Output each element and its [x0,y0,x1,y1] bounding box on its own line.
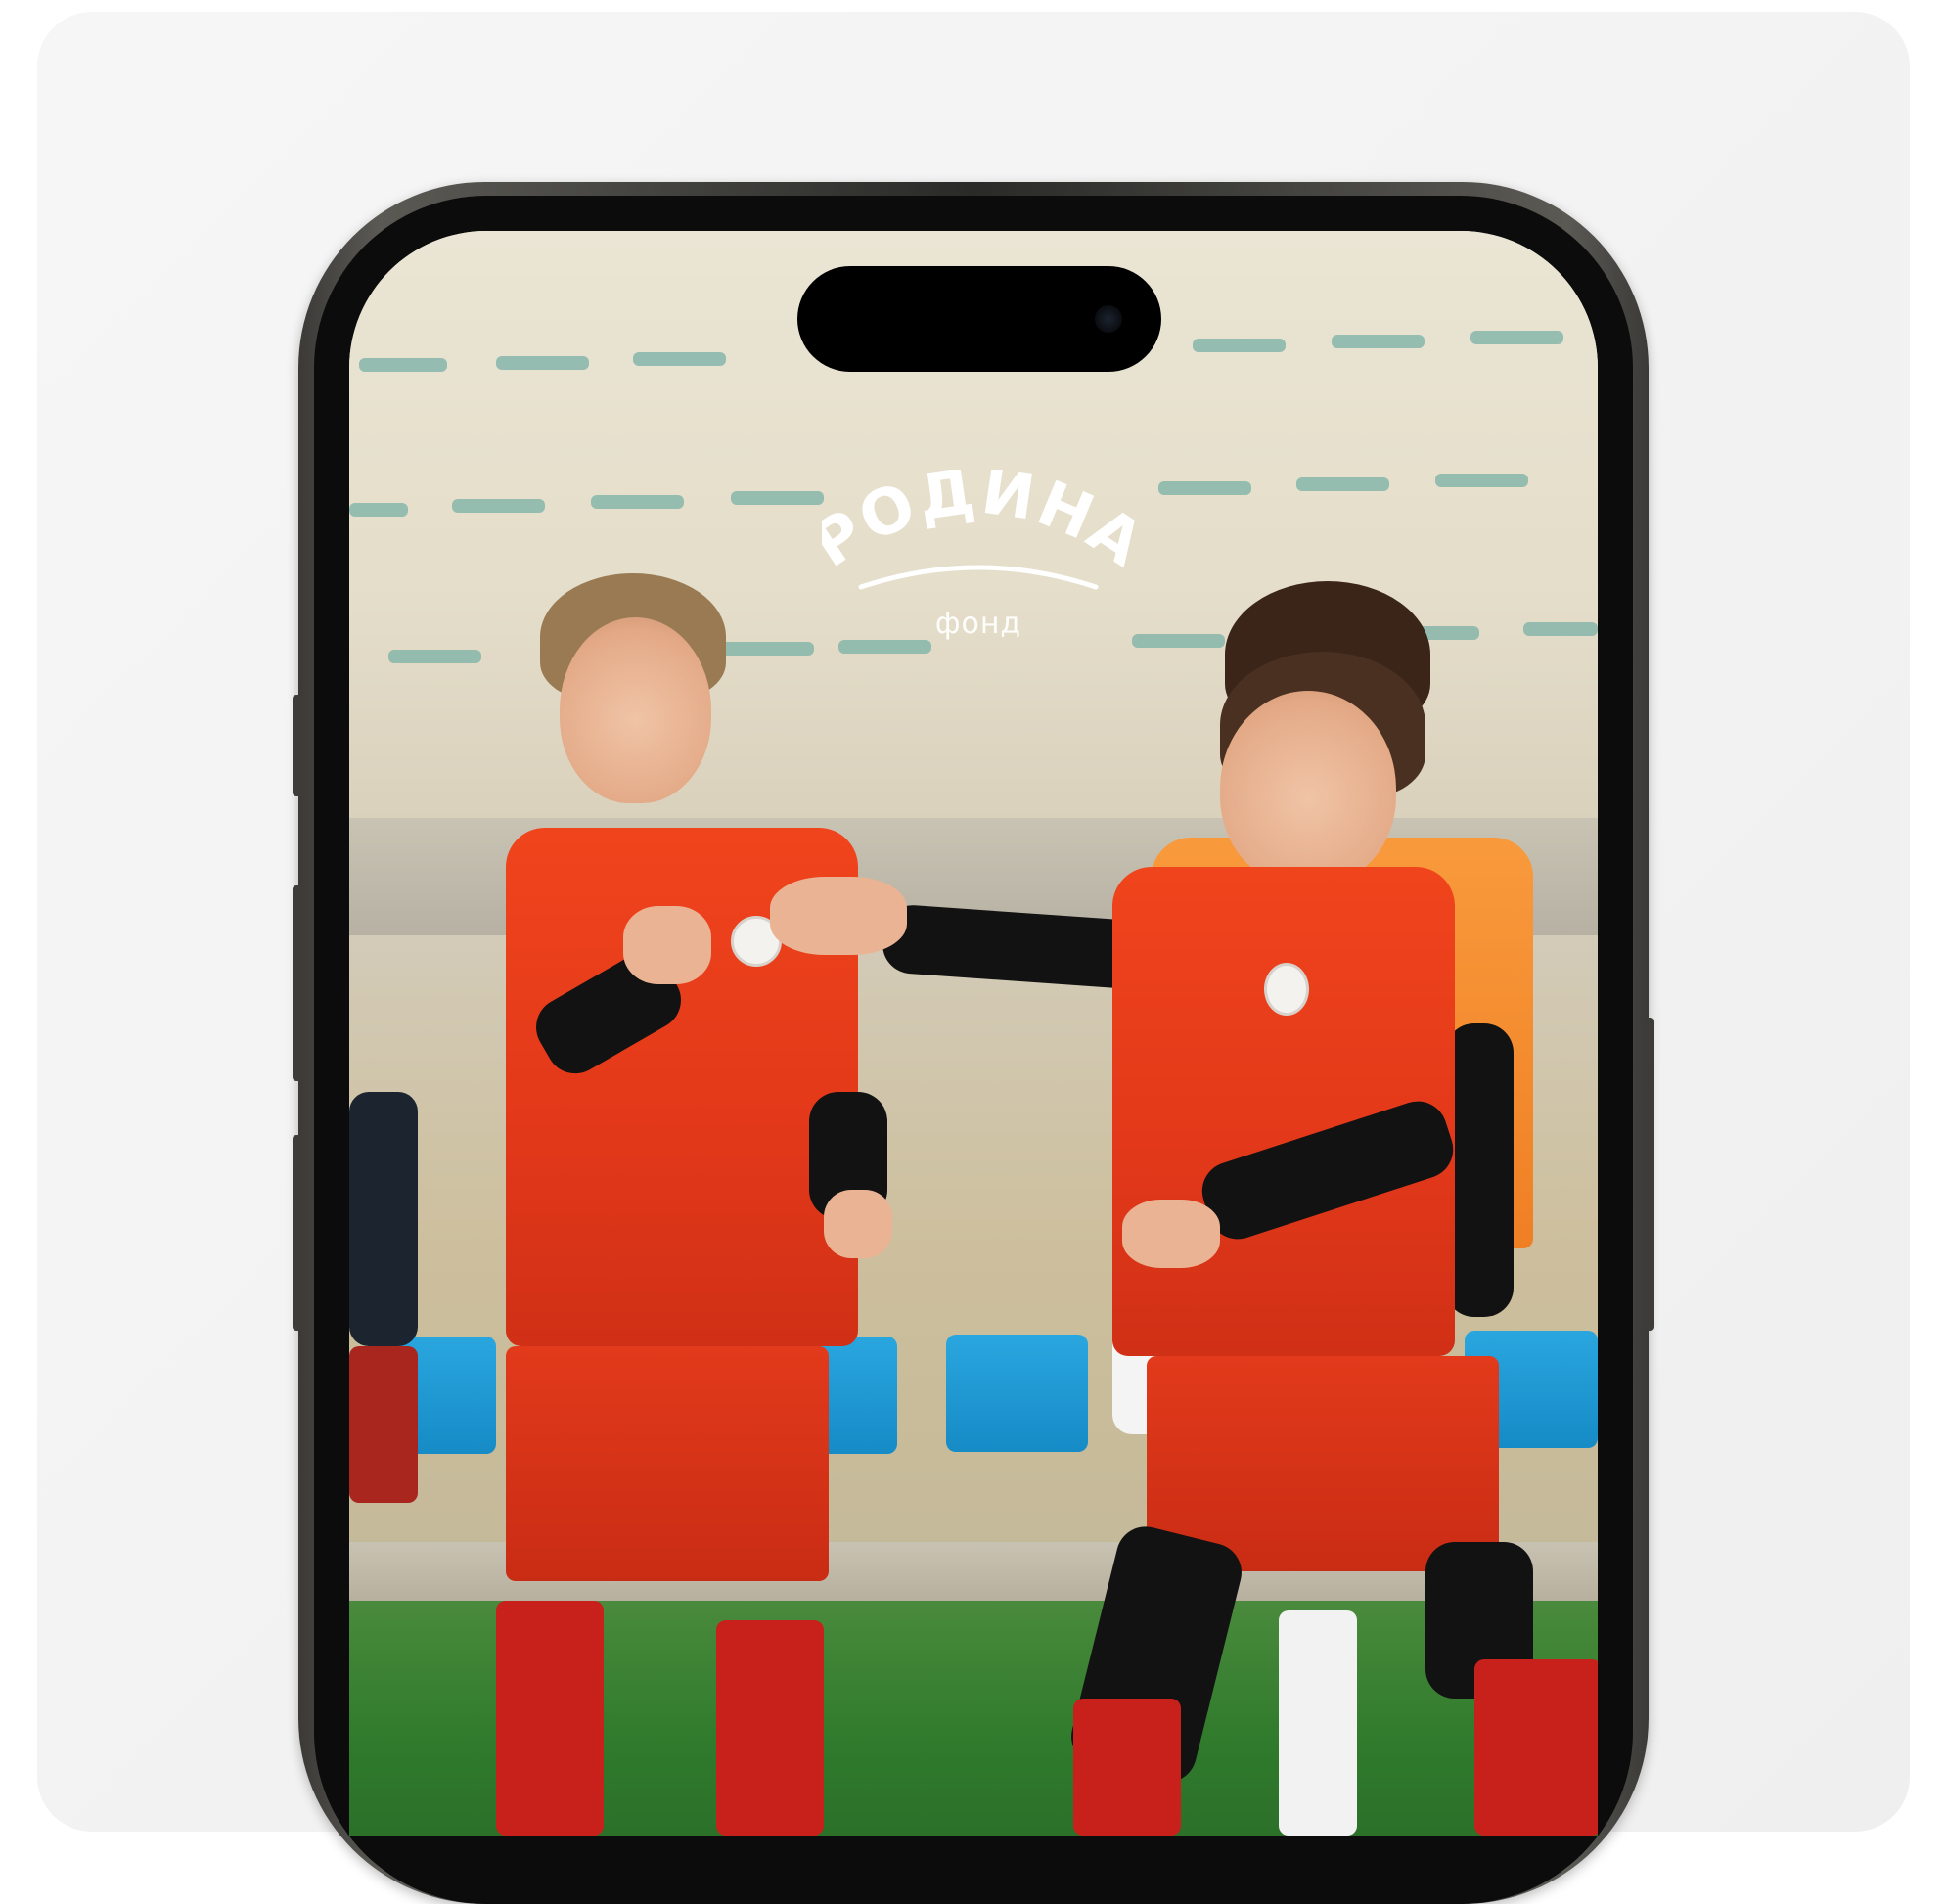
brand-logo: РОДИНА фонд [800,455,1155,665]
volume-down-button [293,1135,302,1331]
power-button [1645,1018,1654,1331]
camera-icon [1095,305,1122,333]
logo-arc: РОДИНА [800,455,1154,590]
action-button [293,695,302,796]
volume-up-button [293,885,302,1081]
logo-subtitle: фонд [934,607,1022,641]
dynamic-island [797,266,1161,372]
